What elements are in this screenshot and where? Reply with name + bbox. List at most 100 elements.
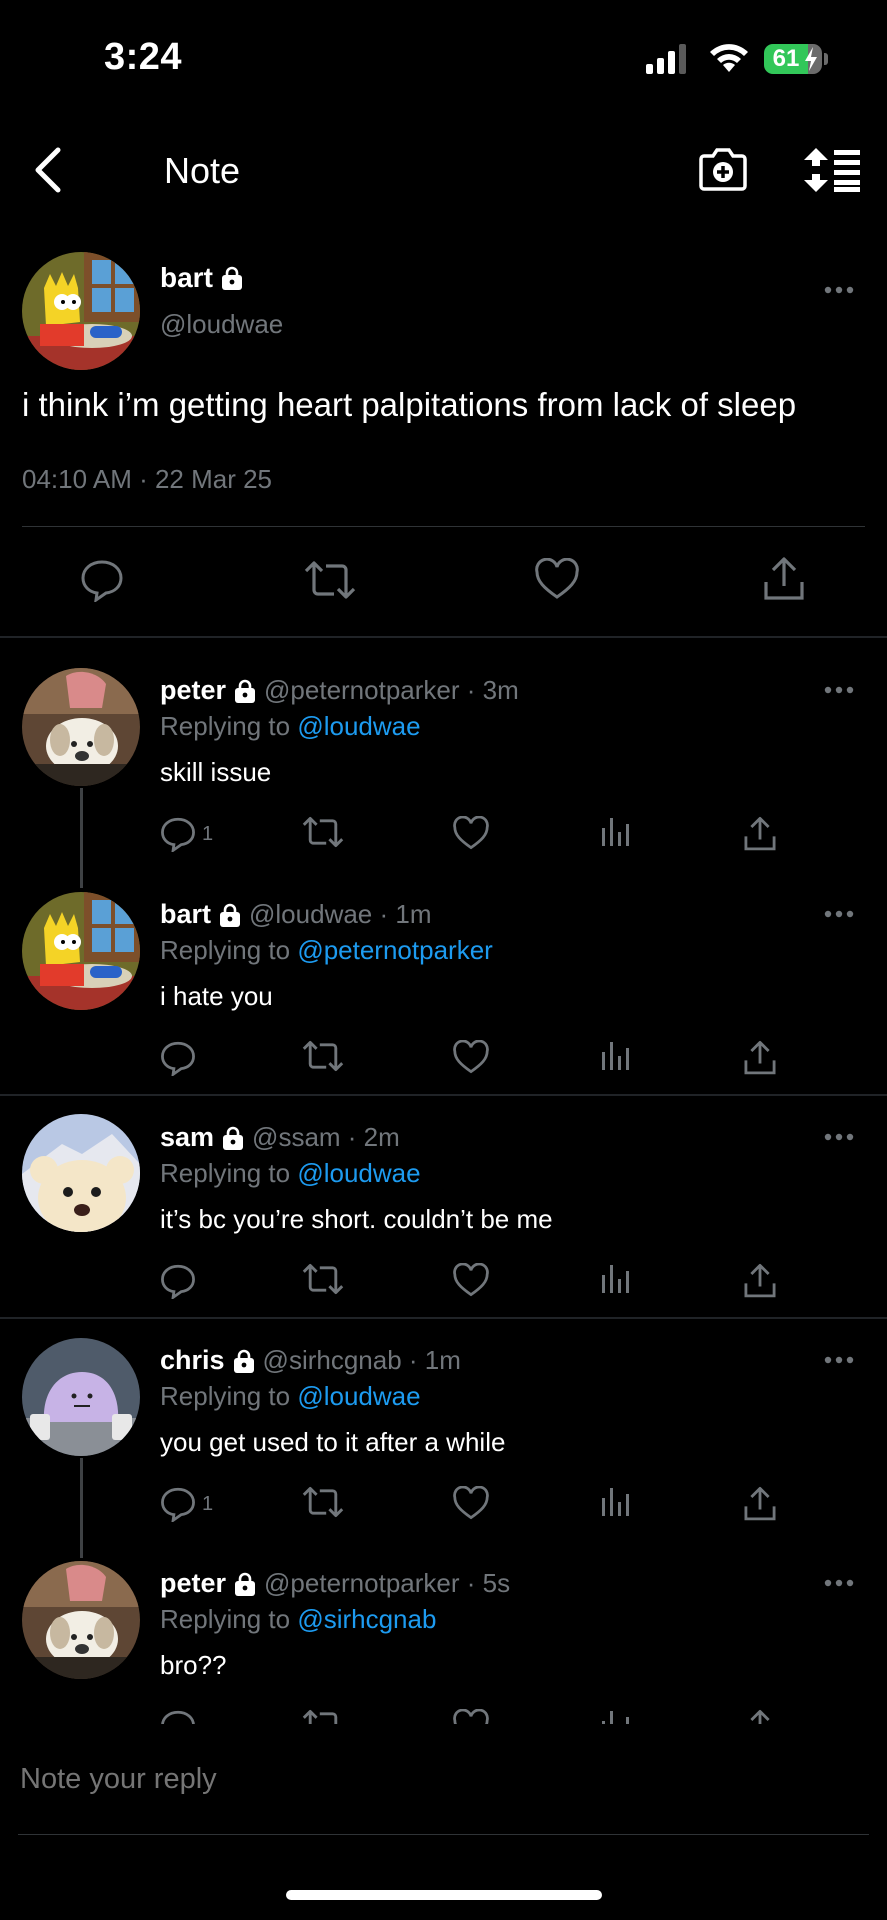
avatar[interactable]	[22, 1561, 140, 1679]
camera-add-button[interactable]	[698, 146, 748, 192]
reply-icon	[161, 1041, 195, 1076]
reply-button[interactable]: 1	[160, 1486, 213, 1522]
author-handle[interactable]: @loudwae	[160, 309, 283, 340]
section-divider	[0, 1317, 887, 1319]
avatar[interactable]	[22, 252, 140, 370]
repost-button[interactable]	[302, 1040, 344, 1072]
repost-button[interactable]	[302, 816, 344, 848]
reply-header: bart @loudwae · 1m	[160, 899, 432, 930]
repost-button[interactable]	[302, 1486, 344, 1518]
charging-icon	[803, 47, 819, 71]
more-options-button[interactable]	[824, 1133, 854, 1141]
chevron-left-icon	[35, 147, 61, 193]
more-options-button[interactable]	[824, 686, 854, 694]
reply-button[interactable]	[160, 1263, 202, 1299]
reply-icon	[161, 1264, 195, 1299]
more-options-button[interactable]	[824, 1579, 854, 1587]
reply-text: bro??	[160, 1650, 227, 1680]
reply-button[interactable]: 1	[160, 816, 213, 852]
views-button[interactable]	[600, 1263, 632, 1293]
reply-text: it’s bc you’re short. couldn’t be me	[160, 1204, 553, 1234]
like-button[interactable]	[452, 1040, 490, 1074]
views-button[interactable]	[600, 1040, 632, 1070]
reply-count: 1	[202, 822, 214, 845]
avatar[interactable]	[22, 892, 140, 1010]
signal-icon	[646, 44, 692, 74]
share-button[interactable]	[762, 556, 806, 602]
section-divider	[0, 1094, 887, 1096]
more-icon	[824, 1356, 854, 1364]
reply-author-name[interactable]: chris	[160, 1345, 225, 1376]
reply-handle-time[interactable]: @loudwae · 1m	[249, 899, 431, 930]
views-button[interactable]	[600, 1486, 632, 1516]
more-options-button[interactable]	[824, 286, 854, 294]
reply-button[interactable]	[160, 1040, 202, 1076]
reply-text: skill issue	[160, 757, 272, 787]
reply-author-name[interactable]: bart	[160, 899, 211, 930]
share-button[interactable]	[742, 1486, 778, 1522]
mention-link[interactable]: @sirhcgnab	[297, 1604, 436, 1634]
replying-label: Replying to	[160, 1381, 291, 1411]
heart-icon	[453, 1486, 489, 1520]
reply-button[interactable]	[80, 558, 124, 602]
reply-icon	[81, 560, 123, 602]
page-title: Note	[164, 150, 241, 191]
reply-handle-time[interactable]: @peternotparker · 3m	[264, 675, 519, 706]
reply-header: sam @ssam · 2m	[160, 1122, 400, 1153]
more-icon	[824, 1133, 854, 1141]
divider	[18, 1834, 869, 1835]
like-button[interactable]	[534, 558, 580, 600]
wifi-icon	[708, 42, 750, 74]
sort-button[interactable]	[804, 148, 860, 192]
share-button[interactable]	[742, 816, 778, 852]
lock-icon	[235, 679, 256, 703]
reply-handle-time[interactable]: @sirhcgnab · 1m	[263, 1345, 461, 1376]
views-button[interactable]	[600, 816, 632, 846]
reply-handle-time[interactable]: @ssam · 2m	[252, 1122, 400, 1153]
avatar[interactable]	[22, 668, 140, 786]
battery-icon: 61	[764, 44, 808, 74]
analytics-icon	[602, 1488, 629, 1516]
reply-author-name[interactable]: sam	[160, 1122, 214, 1153]
lock-icon	[221, 266, 242, 290]
like-button[interactable]	[452, 1486, 490, 1520]
share-icon	[764, 557, 804, 600]
repost-icon	[302, 816, 344, 848]
replying-to: Replying to @loudwae	[160, 1381, 421, 1412]
repost-button[interactable]	[304, 560, 356, 600]
more-options-button[interactable]	[824, 1356, 854, 1364]
post-text: i think i’m getting heart palpitations f…	[22, 386, 797, 423]
divider	[22, 526, 865, 527]
reply-icon	[161, 817, 195, 852]
repost-icon	[302, 1040, 344, 1072]
more-options-button[interactable]	[824, 910, 854, 918]
share-icon	[744, 1263, 776, 1298]
avatar[interactable]	[22, 1338, 140, 1456]
reply-input[interactable]	[18, 1762, 862, 1797]
mention-link[interactable]: @peternotparker	[297, 935, 493, 965]
mention-link[interactable]: @loudwae	[297, 711, 420, 741]
mention-link[interactable]: @loudwae	[297, 1381, 420, 1411]
back-button[interactable]	[30, 146, 64, 194]
mention-link[interactable]: @loudwae	[297, 1158, 420, 1188]
like-button[interactable]	[452, 816, 490, 850]
reply-author-name[interactable]: peter	[160, 675, 226, 706]
lock-icon	[235, 1572, 256, 1596]
reply-text: you get used to it after a while	[160, 1427, 506, 1457]
share-button[interactable]	[742, 1263, 778, 1299]
repost-button[interactable]	[302, 1263, 344, 1295]
reply-text: i hate you	[160, 981, 273, 1011]
like-button[interactable]	[452, 1263, 490, 1297]
avatar[interactable]	[22, 1114, 140, 1232]
more-icon	[824, 910, 854, 918]
reply-handle-time[interactable]: @peternotparker · 5s	[264, 1568, 510, 1599]
author-name[interactable]: bart	[160, 262, 213, 294]
reply-author-name[interactable]: peter	[160, 1568, 226, 1599]
share-button[interactable]	[742, 1040, 778, 1076]
more-icon	[824, 286, 854, 294]
analytics-icon	[602, 1042, 629, 1070]
camera-plus-icon	[699, 148, 747, 191]
replying-to: Replying to @loudwae	[160, 711, 421, 742]
share-icon	[744, 1486, 776, 1521]
lock-icon	[220, 903, 241, 927]
